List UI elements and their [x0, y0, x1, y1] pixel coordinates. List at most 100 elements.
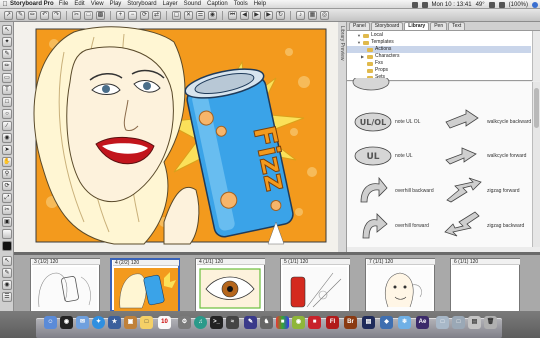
tab-panel[interactable]: Panel [349, 22, 370, 30]
battery-label[interactable]: (100%) [509, 2, 528, 8]
redo-icon[interactable]: ↷ [52, 10, 61, 20]
tab-storyboard[interactable]: Storyboard [370, 22, 404, 30]
tree-item-templates[interactable]: ▼ Templates [357, 39, 527, 46]
rotate-view-icon[interactable]: ⟳ [2, 181, 12, 191]
zigzag-forward-icon[interactable] [443, 176, 483, 204]
copy-icon[interactable]: □ [84, 10, 93, 20]
ical-icon[interactable]: ★ [108, 316, 121, 329]
status-icon[interactable] [421, 1, 428, 8]
camera-icon[interactable]: ◉ [208, 10, 217, 20]
photo-booth-icon[interactable]: ■ [276, 316, 289, 329]
flash-icon[interactable]: Fl [326, 316, 339, 329]
contour-icon[interactable]: ✦ [2, 37, 12, 47]
paste-icon[interactable]: ▩ [96, 10, 105, 20]
pencil-tool-icon[interactable]: ✏ [28, 10, 37, 20]
color-swatch-icon[interactable] [2, 241, 12, 251]
scrollbar-thumb[interactable] [534, 88, 539, 128]
grid-icon[interactable]: ▦ [308, 10, 317, 20]
onion-skin-icon[interactable]: ◎ [320, 10, 329, 20]
mail-icon[interactable]: ✉ [76, 316, 89, 329]
terminal-icon[interactable]: >_ [210, 316, 223, 329]
cut-icon[interactable]: ✂ [72, 10, 81, 20]
zoom-in-icon[interactable]: + [116, 10, 125, 20]
camera-icon[interactable]: ◉ [2, 280, 12, 290]
paint-icon[interactable]: ◉ [2, 133, 12, 143]
note-ul-icon[interactable]: UL [353, 146, 393, 166]
ellipse-icon[interactable]: ○ [2, 109, 12, 119]
overhill-backward-icon[interactable] [355, 176, 389, 204]
layers-icon[interactable]: ☰ [2, 292, 12, 302]
sound-icon[interactable]: ♪ [296, 10, 305, 20]
zoom-out-icon[interactable]: − [128, 10, 137, 20]
layer-icon[interactable]: ☰ [196, 10, 205, 20]
select-tool-icon[interactable]: ↗ [4, 10, 13, 20]
app-green-icon[interactable]: ◉ [292, 316, 305, 329]
cutter-icon[interactable]: ✂ [2, 205, 12, 215]
library-view[interactable]: UL/OL note UL OL walkcycle backward UL n… [347, 78, 540, 247]
library-scrollbar[interactable] [532, 82, 540, 247]
library-preview-tab[interactable]: Library Preview [338, 22, 347, 252]
tab-text[interactable]: Text [448, 22, 466, 30]
menu-caption[interactable]: Caption [207, 1, 228, 7]
tree-item-props[interactable]: Props [367, 67, 527, 74]
undo-icon[interactable]: ↶ [40, 10, 49, 20]
menu-view[interactable]: View [91, 1, 104, 7]
pen-app-icon[interactable]: ✎ [244, 316, 257, 329]
first-frame-icon[interactable]: ⏮ [228, 10, 237, 20]
menu-sound[interactable]: Sound [184, 1, 201, 7]
rectangle-icon[interactable]: □ [2, 97, 12, 107]
brush-tool-icon[interactable]: ✎ [16, 10, 25, 20]
menu-edit[interactable]: Edit [74, 1, 84, 7]
activity-monitor-icon[interactable]: ≈ [226, 316, 239, 329]
bridge-icon[interactable]: Br [344, 316, 357, 329]
network-icon[interactable]: ◆ [380, 316, 393, 329]
thumbnail-panel[interactable]: 6 (1/1) 120 [450, 258, 520, 312]
tree-item-characters[interactable]: ▶ Characters [361, 53, 531, 60]
menu-storyboard[interactable]: Storyboard [127, 1, 156, 7]
overhill-forward-icon[interactable] [355, 210, 389, 240]
transform-icon[interactable]: ⤢ [2, 193, 12, 203]
dashboard-icon[interactable]: ◉ [60, 316, 73, 329]
menu-tools[interactable]: Tools [234, 1, 248, 7]
expand-triangle-icon[interactable]: ▼ [357, 39, 361, 46]
settings-icon[interactable]: ⚙ [178, 316, 191, 329]
thumbnail-panel-selected[interactable]: 4 (2/2) 120 [110, 258, 180, 312]
play-icon[interactable]: ▶ [252, 10, 261, 20]
text-icon[interactable]: T [2, 85, 12, 95]
menu-play[interactable]: Play [110, 1, 122, 7]
tree-item-local[interactable]: ▼ Local [357, 32, 527, 39]
snowflake-icon[interactable]: ❄ [398, 316, 411, 329]
tab-pen[interactable]: Pen [430, 22, 448, 30]
brush-icon[interactable]: ✎ [2, 268, 12, 278]
trash-icon[interactable]: 🗑 [484, 316, 497, 329]
thumbnail-panel[interactable]: 3 (1/2) 120 [30, 258, 100, 312]
flip-icon[interactable]: ⇄ [152, 10, 161, 20]
menu-help[interactable]: Help [254, 1, 266, 7]
pencil-icon[interactable]: ✏ [2, 61, 12, 71]
tree-item-sets[interactable]: Sets [367, 74, 527, 81]
apple-icon[interactable]:  [0, 1, 10, 8]
wifi-icon[interactable] [488, 1, 495, 8]
tree-scrollbar[interactable] [532, 31, 540, 81]
stamp-icon[interactable]: ▣ [2, 217, 12, 227]
new-panel-icon[interactable]: ▢ [172, 10, 181, 20]
documents-stack-icon[interactable]: □ [452, 316, 465, 329]
prev-frame-icon[interactable]: ◀ [240, 10, 249, 20]
finder-icon[interactable]: ☺ [44, 316, 57, 329]
walkcycle-backward-icon[interactable] [442, 108, 482, 132]
safari-icon[interactable]: ✦ [92, 316, 105, 329]
collapse-triangle-icon[interactable]: ▶ [361, 53, 365, 60]
loop-icon[interactable]: ↻ [276, 10, 285, 20]
stage-panel[interactable]: Fizz [14, 22, 338, 252]
menu-file[interactable]: File [59, 1, 69, 7]
calendar-icon[interactable]: 10 [158, 316, 171, 329]
preview-icon[interactable]: ▣ [124, 316, 137, 329]
thumbnail-panel[interactable]: 7 (1/1) 120 [365, 258, 435, 312]
thumbnail-panel[interactable]: 4 (1/1) 120 [195, 258, 265, 312]
tree-item-actions[interactable]: Actions [347, 46, 531, 53]
eraser-icon[interactable]: ▭ [2, 73, 12, 83]
status-icon[interactable] [411, 1, 418, 8]
zoom-icon[interactable]: ⚲ [2, 169, 12, 179]
menu-layer[interactable]: Layer [163, 1, 178, 7]
chess-icon[interactable]: ♞ [260, 316, 273, 329]
